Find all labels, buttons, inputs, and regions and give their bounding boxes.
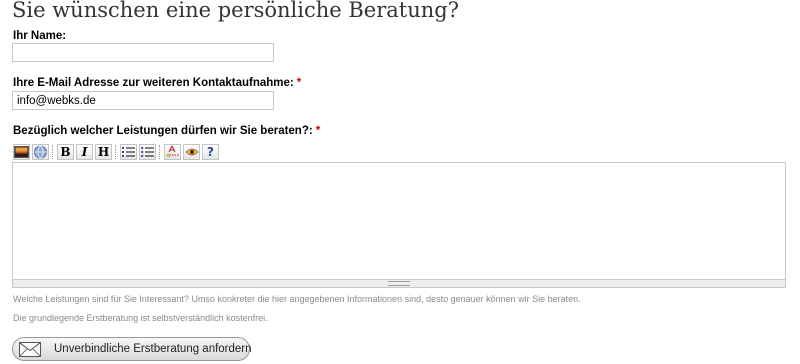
- insert-image-icon[interactable]: [13, 143, 30, 160]
- insert-link-icon[interactable]: [32, 143, 49, 160]
- page-title: Sie wünschen eine persönliche Beratung?: [12, 0, 459, 22]
- unordered-list-icon[interactable]: [139, 143, 156, 160]
- message-label: Bezüglich welcher Leistungen dürfen wir …: [13, 125, 320, 137]
- ordered-list-icon[interactable]: [120, 143, 137, 160]
- email-required-mark: *: [296, 77, 302, 89]
- grip-lines: [388, 281, 410, 286]
- toolbar-separator: [52, 144, 54, 159]
- email-label: Ihre E-Mail Adresse zur weiteren Kontakt…: [13, 77, 301, 89]
- email-input[interactable]: [12, 91, 274, 110]
- help-text-line-2: Die grundlegende Erstberatung ist selbst…: [13, 313, 268, 323]
- message-label-text: Bezüglich welcher Leistungen dürfen wir …: [13, 125, 313, 137]
- help-text-line-1: Welche Leistungen sind für Sie Interessa…: [13, 294, 581, 304]
- bold-icon[interactable]: B: [57, 143, 74, 160]
- name-label-text: Ihr Name:: [13, 30, 67, 42]
- textarea-resize-handle[interactable]: [12, 279, 786, 288]
- preview-icon[interactable]: [183, 143, 200, 160]
- name-input[interactable]: [12, 43, 274, 62]
- heading-icon[interactable]: H: [95, 143, 112, 160]
- message-required-mark: *: [315, 125, 321, 137]
- name-label: Ihr Name:: [13, 30, 66, 42]
- italic-icon[interactable]: I: [76, 143, 93, 160]
- contact-form-page: Sie wünschen eine persönliche Beratung? …: [0, 0, 800, 364]
- message-textarea[interactable]: [12, 162, 786, 279]
- submit-button-label: Unverbindliche Erstberatung anfordern: [54, 343, 252, 355]
- editor-toolbar: B I H ?: [13, 143, 221, 160]
- toolbar-separator: [159, 144, 161, 159]
- email-label-text: Ihre E-Mail Adresse zur weiteren Kontakt…: [13, 77, 294, 89]
- help-icon[interactable]: ?: [202, 143, 219, 160]
- spellcheck-icon[interactable]: [164, 143, 181, 160]
- envelope-icon: [19, 341, 41, 357]
- submit-button[interactable]: Unverbindliche Erstberatung anfordern: [12, 337, 252, 361]
- toolbar-separator: [115, 144, 117, 159]
